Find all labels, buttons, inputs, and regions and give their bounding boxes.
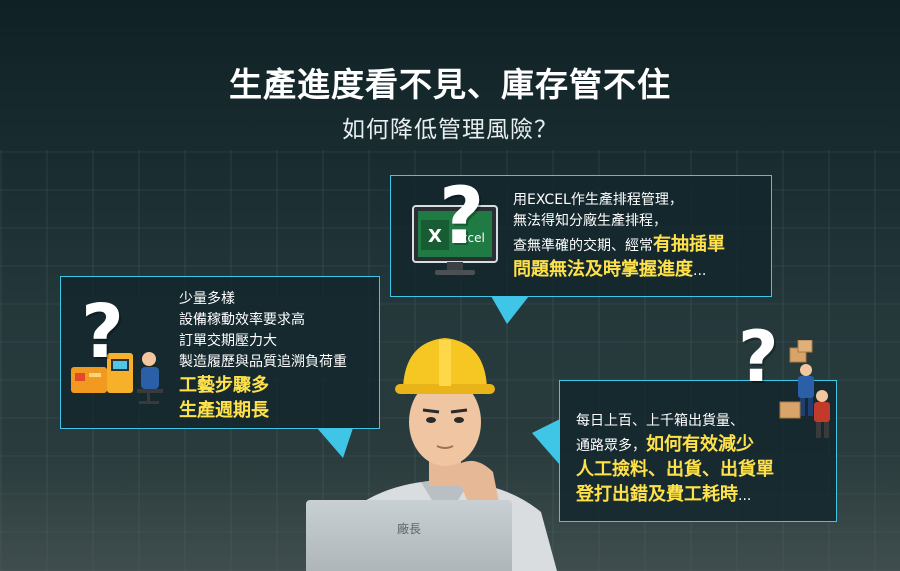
highlight-text: 如何有效減少 (646, 434, 754, 455)
text-line: 查無準確的交期、經常有抽插單 (513, 232, 725, 257)
page-subtitle: 如何降低管理風險？ (342, 117, 558, 143)
highlight-text: 登打出錯及費工耗時 (576, 484, 738, 505)
excel-scheduling-bubble: X Excel ? 用EXCEL作生產排程管理， 無法得知分廠生產排程， 查無準… (390, 172, 772, 324)
highlight-text: 工藝步驟多 (179, 375, 269, 396)
question-mark-icon: ? (81, 289, 124, 375)
text-line: 每日上百、上千箱出貨量、 (576, 413, 744, 429)
highlight-text: 有抽插單 (653, 234, 725, 255)
text-line: 用EXCEL作生產排程管理， (513, 192, 683, 208)
highlight-text: 人工撿料、出貨、出貨單 (576, 459, 774, 480)
question-mark-icon: ? (439, 172, 485, 262)
warehouse-bubble-text: 每日上百、上千箱出貨量、 通路眾多，如何有效減少 人工撿料、出貨、出貨單 登打出… (576, 411, 774, 507)
text-line: 製造履歷與品質追溯負荷重 (179, 354, 347, 370)
highlight-text: 問題無法及時掌握進度 (513, 259, 693, 280)
question-mark-icon: ? (738, 316, 779, 398)
ellipsis: ... (738, 488, 752, 504)
text-segment: 查無準確的交期、經常 (513, 238, 653, 254)
laptop: 廠長 (306, 500, 512, 571)
text-segment: 通路眾多， (576, 438, 646, 454)
text-line: 設備稼動效率要求高 (179, 312, 305, 328)
highlight-text: 生產週期長 (179, 400, 269, 421)
page-title: 生產進度看不見、庫存管不住 (229, 65, 671, 104)
text-line: 登打出錯及費工耗時... (576, 482, 774, 507)
laptop-label: 廠長 (396, 522, 421, 536)
text-line: 少量多樣 (179, 291, 235, 307)
text-line: 通路眾多，如何有效減少 (576, 432, 774, 457)
excel-bubble-text: 用EXCEL作生產排程管理， 無法得知分廠生產排程， 查無準確的交期、經常有抽插… (513, 190, 725, 282)
ellipsis: ... (693, 263, 707, 279)
bubble-tail (491, 296, 529, 324)
text-line: 問題無法及時掌握進度... (513, 257, 725, 282)
text-line: 無法得知分廠生產排程， (513, 213, 667, 229)
production-bubble-text: 少量多樣 設備稼動效率要求高 訂單交期壓力大 製造履歷與品質追溯負荷重 工藝步驟… (179, 289, 347, 423)
text-line: 訂單交期壓力大 (179, 333, 277, 349)
